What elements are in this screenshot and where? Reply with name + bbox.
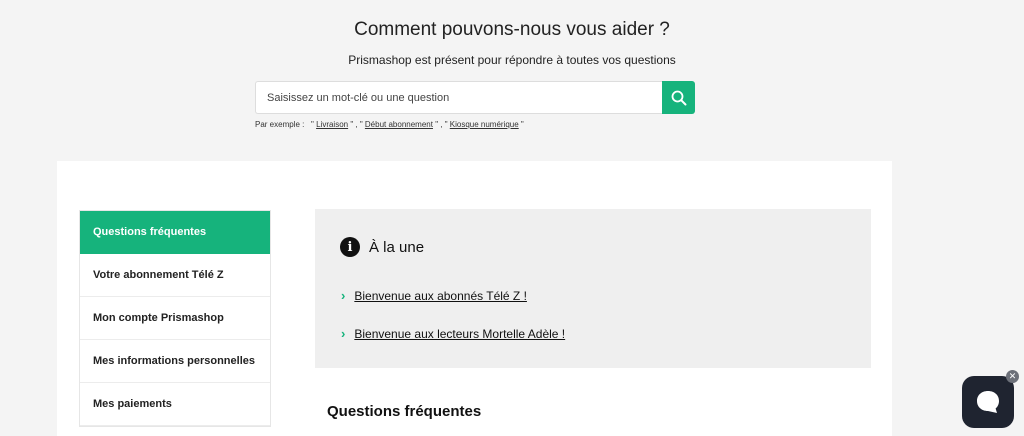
sidebar-item-label: Votre abonnement Télé Z <box>93 269 224 281</box>
news-link-label: Bienvenue aux lecteurs Mortelle Adèle ! <box>354 326 566 341</box>
sidebar-item-compte-prismashop[interactable]: Mon compte Prismashop <box>80 297 270 340</box>
featured-news-panel: i À la une › Bienvenue aux abonnés Télé … <box>315 209 871 368</box>
search-examples: Par exemple : " Livraison " , " Début ab… <box>255 120 524 129</box>
sidebar-item-label: Mes informations personnelles <box>93 355 255 367</box>
help-hero: Comment pouvons-nous vous aider ? Prisma… <box>0 0 1024 160</box>
sidebar-item-label: Questions fréquentes <box>93 226 207 238</box>
news-title: À la une <box>369 238 425 256</box>
search-input[interactable] <box>255 81 662 114</box>
close-icon[interactable]: ✕ <box>1006 370 1019 383</box>
news-link-tele-z[interactable]: › Bienvenue aux abonnés Télé Z ! <box>341 288 527 303</box>
chat-launcher-button[interactable] <box>962 376 1014 428</box>
example-link-debut-abonnement[interactable]: Début abonnement <box>365 120 433 129</box>
news-link-label: Bienvenue aux abonnés Télé Z ! <box>354 288 527 303</box>
examples-prefix: Par exemple : <box>255 120 305 129</box>
main-content: Questions fréquentes Votre abonnement Té… <box>57 161 892 436</box>
example-link-livraison[interactable]: Livraison <box>316 120 348 129</box>
faq-section-title: Questions fréquentes <box>327 403 482 420</box>
info-icon: i <box>340 237 360 257</box>
page-title: Comment pouvons-nous vous aider ? <box>354 19 670 40</box>
sidebar-item-label: Mes paiements <box>93 398 172 410</box>
news-header: i À la une <box>340 237 424 257</box>
sidebar-item-abonnement-tele-z[interactable]: Votre abonnement Télé Z <box>80 254 270 297</box>
faq-category-sidebar: Questions fréquentes Votre abonnement Té… <box>79 210 271 427</box>
search-form <box>255 81 695 114</box>
sidebar-item-paiements[interactable]: Mes paiements <box>80 383 270 426</box>
chat-bubble-icon <box>977 391 999 413</box>
chevron-right-icon: › <box>341 288 346 303</box>
search-button[interactable] <box>662 81 695 114</box>
news-link-mortelle-adele[interactable]: › Bienvenue aux lecteurs Mortelle Adèle … <box>341 326 565 341</box>
page-subtitle: Prismashop est présent pour répondre à t… <box>348 53 676 67</box>
sidebar-item-informations-personnelles[interactable]: Mes informations personnelles <box>80 340 270 383</box>
example-link-kiosque-numerique[interactable]: Kiosque numérique <box>450 120 519 129</box>
chevron-right-icon: › <box>341 326 346 341</box>
sidebar-item-label: Mon compte Prismashop <box>93 312 224 324</box>
search-icon <box>671 90 686 105</box>
sidebar-item-questions-frequentes[interactable]: Questions fréquentes <box>80 211 270 254</box>
